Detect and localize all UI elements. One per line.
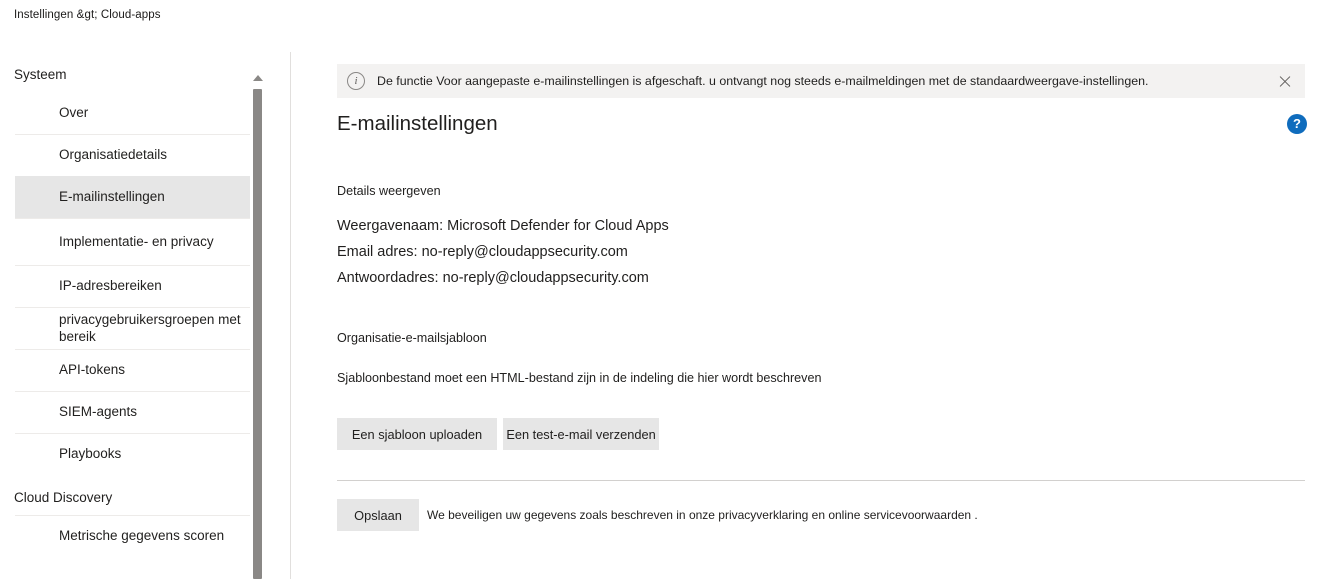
sidebar-item-label: Playbooks	[59, 446, 122, 462]
help-icon[interactable]: ?	[1287, 114, 1307, 134]
sidebar-item[interactable]: Metrische gegevens scoren	[15, 515, 250, 557]
email-address-row: Email adres: no-reply@cloudappsecurity.c…	[337, 244, 628, 260]
sidebar-item[interactable]: privacygebruikersgroepen met bereik	[15, 307, 250, 349]
footer-divider	[337, 480, 1305, 481]
send-test-email-button[interactable]: Een test-e-mail verzenden	[503, 418, 659, 450]
reply-address-row: Antwoordadres: no-reply@cloudappsecurity…	[337, 270, 649, 286]
template-section-label: Organisatie-e-mailsjabloon	[337, 331, 487, 345]
info-icon: i	[347, 72, 365, 90]
sidebar-item[interactable]: Implementatie- en privacy	[15, 218, 250, 265]
sidebar-item-label: SIEM-agents	[59, 404, 138, 420]
sidebar-item[interactable]: E-mailinstellingen	[15, 176, 250, 218]
main-content: i De functie Voor aangepaste e-mailinste…	[336, 52, 1330, 579]
privacy-note: We beveiligen uw gegevens zoals beschrev…	[427, 508, 978, 522]
scrollbar-thumb[interactable]	[253, 89, 262, 579]
sidebar-item-label: Organisatiedetails	[59, 147, 168, 163]
display-name-label: Weergavenaam:	[337, 218, 444, 234]
display-name-row: Weergavenaam: Microsoft Defender for Clou…	[337, 218, 669, 234]
upload-template-button[interactable]: Een sjabloon uploaden	[337, 418, 497, 450]
sidebar-scrollbar[interactable]	[251, 73, 264, 579]
details-section-label: Details weergeven	[337, 184, 441, 198]
sidebar-item[interactable]: IP-adresbereiken	[15, 265, 250, 307]
sidebar-item-label: E-mailinstellingen	[59, 189, 165, 205]
sidebar-item-label: Metrische gegevens scoren	[59, 528, 225, 544]
settings-sidebar: Systeem Over Organisatiedetails E-mailinste…	[0, 52, 252, 579]
deprecation-banner: i De functie Voor aangepaste e-mailinste…	[337, 64, 1305, 98]
sidebar-item-label: Implementatie- en privacy	[59, 233, 214, 249]
sidebar-item[interactable]: Over	[15, 92, 250, 134]
banner-message: De functie Voor aangepaste e-mailinstell…	[377, 74, 1149, 88]
page-title: E-mailinstellingen	[337, 112, 498, 135]
sidebar-item[interactable]: Organisatiedetails	[15, 134, 250, 176]
template-description: Sjabloonbestand moet een HTML-bestand zi…	[337, 371, 822, 385]
sidebar-item[interactable]: Playbooks	[15, 433, 250, 475]
close-icon[interactable]	[1275, 71, 1295, 91]
sidebar-item[interactable]: API-tokens	[15, 349, 250, 391]
sidebar-item-label: API-tokens	[59, 362, 126, 378]
sidebar-item[interactable]: SIEM-agents	[15, 391, 250, 433]
sidebar-group-title: Systeem	[14, 67, 67, 82]
breadcrumb[interactable]: Instellingen &gt; Cloud-apps	[14, 9, 161, 21]
sidebar-group-title: Cloud Discovery	[14, 490, 113, 505]
sidebar-divider	[290, 52, 291, 579]
sidebar-item-label: Over	[59, 105, 89, 121]
save-button[interactable]: Opslaan	[337, 499, 419, 531]
sidebar-item-label: privacygebruikersgroepen met bereik	[59, 312, 241, 344]
scroll-up-arrow-icon[interactable]	[253, 75, 263, 81]
display-name-value: Microsoft Defender for Cloud Apps	[447, 218, 669, 234]
sidebar-item-label: IP-adresbereiken	[59, 278, 162, 294]
